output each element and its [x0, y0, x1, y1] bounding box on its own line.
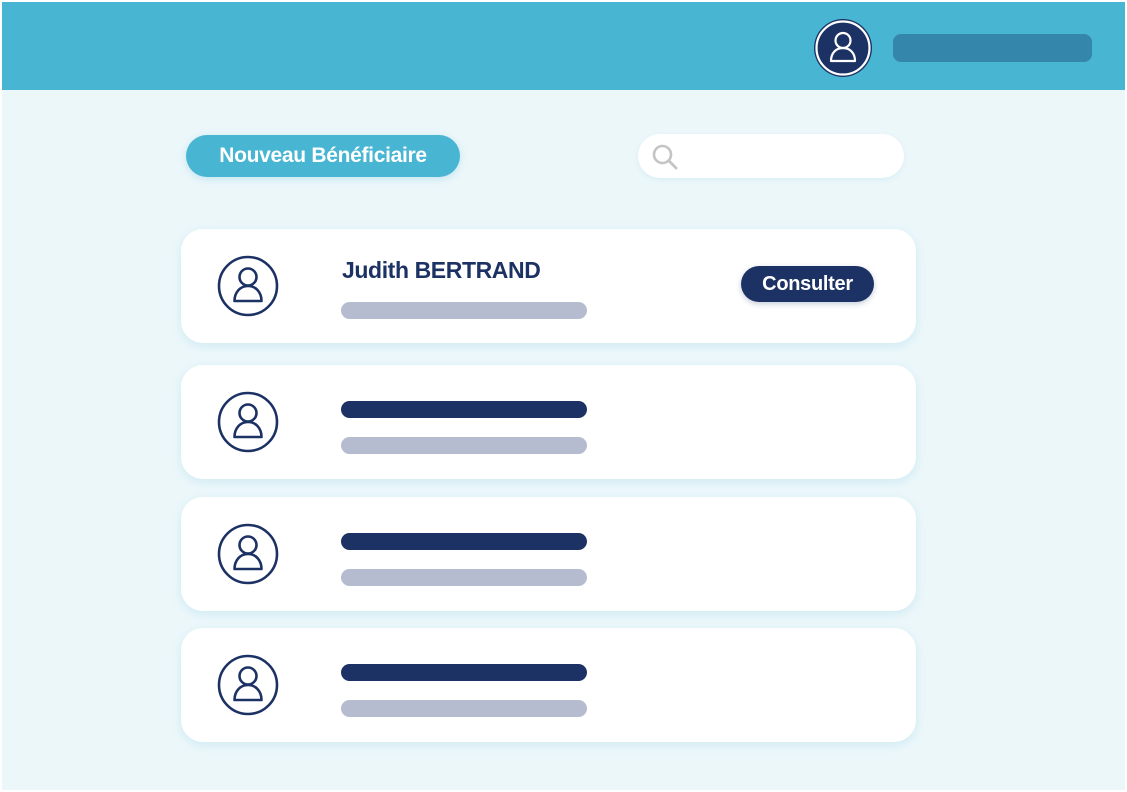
- app-window: Nouveau Bénéficiaire Judith BERTRAND Con…: [2, 2, 1125, 790]
- beneficiary-card[interactable]: [181, 628, 916, 742]
- user-icon: [815, 20, 871, 76]
- beneficiary-card: Judith BERTRAND Consulter: [181, 229, 916, 343]
- name-placeholder: [341, 401, 587, 418]
- user-icon: [217, 523, 279, 585]
- detail-placeholder: [341, 302, 587, 319]
- username-placeholder[interactable]: [893, 34, 1092, 62]
- search-box[interactable]: [638, 134, 904, 178]
- beneficiary-card[interactable]: [181, 365, 916, 479]
- top-bar: [2, 2, 1125, 90]
- user-icon: [217, 391, 279, 453]
- detail-placeholder: [341, 569, 587, 586]
- detail-placeholder: [341, 437, 587, 454]
- user-icon: [217, 654, 279, 716]
- beneficiary-card[interactable]: [181, 497, 916, 611]
- search-input[interactable]: [688, 140, 892, 174]
- detail-placeholder: [341, 700, 587, 717]
- beneficiary-name: Judith BERTRAND: [342, 257, 541, 283]
- name-placeholder: [341, 664, 587, 681]
- consult-button[interactable]: Consulter: [741, 266, 874, 302]
- new-beneficiary-button[interactable]: Nouveau Bénéficiaire: [186, 135, 460, 177]
- user-icon: [217, 255, 279, 317]
- name-placeholder: [341, 533, 587, 550]
- search-icon: [652, 144, 678, 170]
- user-avatar-icon[interactable]: [814, 19, 872, 77]
